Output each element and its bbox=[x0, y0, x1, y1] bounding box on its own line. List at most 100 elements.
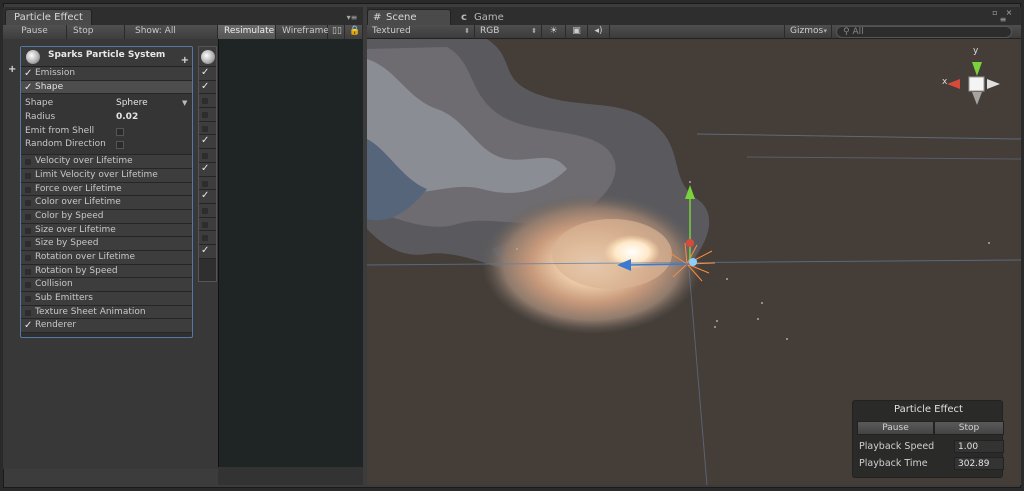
curve-editor-area[interactable] bbox=[218, 39, 363, 467]
module-toggle-checkbox[interactable] bbox=[25, 227, 31, 234]
module-toggle-checkbox[interactable] bbox=[25, 159, 31, 166]
audio-icon[interactable]: ◂) bbox=[588, 25, 610, 39]
particle-system-header[interactable]: Sparks Particle System + bbox=[21, 47, 192, 67]
module-row[interactable]: Texture Sheet Animation bbox=[21, 305, 192, 320]
tab-particle-effect[interactable]: Particle Effect bbox=[5, 9, 92, 25]
color-mode-dropdown[interactable]: RGB ⬍ bbox=[475, 25, 542, 39]
add-system-plus-icon[interactable]: + bbox=[8, 64, 16, 75]
second-system-header[interactable] bbox=[199, 47, 216, 67]
module-row[interactable]: Size by Speed bbox=[21, 237, 192, 251]
playback-time-field[interactable]: 302.89 bbox=[954, 457, 1004, 470]
scene-viewport[interactable]: y x Particle Effect Pause Stop Playback … bbox=[367, 39, 1021, 485]
module-toggle-checkbox[interactable] bbox=[202, 125, 208, 132]
panel-menu-icon[interactable]: ▾≡ bbox=[346, 13, 358, 23]
module-toggle-checkbox[interactable] bbox=[25, 268, 31, 275]
module-row[interactable]: Collision bbox=[21, 278, 192, 292]
panel-menu-icon[interactable]: ≡ bbox=[997, 15, 1009, 25]
module-toggle-checkbox[interactable] bbox=[202, 98, 208, 105]
pause-button[interactable]: Pause bbox=[3, 25, 67, 39]
add-module-plus-icon[interactable]: + bbox=[181, 55, 189, 66]
checkmark-icon[interactable]: ✓ bbox=[201, 81, 209, 92]
shape-dropdown[interactable]: Sphere bbox=[116, 97, 148, 110]
particle-system-sparks: Sparks Particle System + ✓ Emission ✓ Sh… bbox=[20, 46, 193, 338]
module-row[interactable]: ✓ bbox=[199, 244, 216, 259]
checkmark-icon[interactable]: ✓ bbox=[201, 67, 209, 78]
module-row[interactable]: ✓ bbox=[199, 135, 216, 150]
lighting-icon[interactable]: ☀ bbox=[542, 25, 566, 39]
module-row[interactable]: ✓ Renderer bbox=[21, 319, 192, 334]
module-row[interactable]: ✓ bbox=[199, 80, 216, 95]
checkmark-icon[interactable]: ✓ bbox=[201, 245, 209, 256]
emit-from-shell-checkbox[interactable] bbox=[116, 127, 124, 136]
module-row[interactable]: Size over Lifetime bbox=[21, 223, 192, 238]
module-row[interactable]: Limit Velocity over Lifetime bbox=[21, 168, 192, 183]
dropdown-arrow-icon[interactable]: ▼ bbox=[182, 97, 187, 110]
color-mode-label: RGB bbox=[480, 26, 500, 36]
module-row[interactable] bbox=[199, 149, 216, 163]
overlay-pause-button[interactable]: Pause bbox=[857, 421, 934, 435]
wireframe-toggle[interactable]: Wireframe bbox=[276, 25, 329, 39]
stop-button[interactable]: Stop bbox=[67, 25, 125, 39]
module-row[interactable] bbox=[199, 203, 216, 218]
module-row[interactable] bbox=[199, 108, 216, 122]
module-toggle-checkbox[interactable] bbox=[202, 180, 208, 187]
module-toggle-checkbox[interactable] bbox=[202, 153, 208, 160]
gizmos-dropdown[interactable]: Gizmos ▾ bbox=[784, 25, 832, 39]
module-row[interactable]: ✓ bbox=[199, 162, 216, 177]
dropdown-arrow-icon: ⬍ bbox=[531, 27, 537, 35]
scene-search-input[interactable]: ⚲ All bbox=[836, 26, 1012, 38]
module-toggle-checkbox[interactable] bbox=[25, 172, 31, 179]
module-row[interactable] bbox=[199, 121, 216, 136]
lock-icon[interactable]: 🔒 bbox=[345, 25, 363, 39]
module-toggle-checkbox[interactable] bbox=[202, 207, 208, 214]
module-toggle-checkbox[interactable] bbox=[202, 112, 208, 119]
module-row[interactable]: Velocity over Lifetime bbox=[21, 155, 192, 169]
tab-game[interactable]: ᴄ Game bbox=[455, 9, 525, 25]
module-row[interactable] bbox=[199, 176, 216, 191]
random-direction-checkbox[interactable] bbox=[116, 141, 124, 150]
radius-field[interactable]: 0.02 bbox=[116, 111, 138, 124]
image-effects-icon[interactable]: ▣ bbox=[566, 25, 588, 39]
checkmark-icon[interactable]: ✓ bbox=[24, 67, 32, 80]
module-emission[interactable]: ✓ Emission bbox=[21, 67, 192, 81]
render-mode-dropdown[interactable]: Textured ⬍ bbox=[367, 25, 475, 39]
module-row[interactable]: Sub Emitters bbox=[21, 292, 192, 306]
module-row[interactable] bbox=[199, 217, 216, 232]
checkmark-icon[interactable]: ✓ bbox=[24, 81, 32, 94]
module-label: Force over Lifetime bbox=[35, 183, 122, 194]
module-row[interactable]: Rotation by Speed bbox=[21, 264, 192, 279]
module-row[interactable]: Color by Speed bbox=[21, 209, 192, 224]
overlay-stop-button[interactable]: Stop bbox=[934, 421, 1004, 435]
module-toggle-checkbox[interactable] bbox=[25, 241, 31, 248]
module-row[interactable]: ✓ bbox=[199, 67, 216, 81]
module-toggle-checkbox[interactable] bbox=[25, 309, 31, 316]
playback-speed-field[interactable]: 1.00 bbox=[954, 440, 1004, 453]
module-toggle-checkbox[interactable] bbox=[202, 221, 208, 228]
module-toggle-checkbox[interactable] bbox=[25, 186, 31, 193]
module-toggle-checkbox[interactable] bbox=[25, 200, 31, 207]
tab-scene[interactable]: # Scene bbox=[367, 9, 451, 25]
module-label: Shape bbox=[35, 81, 64, 92]
module-toggle-checkbox[interactable] bbox=[25, 296, 31, 302]
module-toggle-checkbox[interactable] bbox=[25, 213, 31, 220]
show-filter-dropdown[interactable]: Show: All bbox=[125, 25, 218, 39]
checkmark-icon[interactable]: ✓ bbox=[24, 319, 32, 332]
module-row[interactable]: Rotation over Lifetime bbox=[21, 250, 192, 265]
layout-icon[interactable]: ▯▯ bbox=[328, 25, 345, 39]
module-row[interactable]: Color over Lifetime bbox=[21, 196, 192, 210]
module-label: Rotation by Speed bbox=[35, 265, 118, 276]
module-row[interactable] bbox=[199, 94, 216, 109]
checkmark-icon[interactable]: ✓ bbox=[201, 135, 209, 146]
resimulate-toggle[interactable]: Resimulate bbox=[218, 25, 276, 39]
shape-label: Shape bbox=[25, 98, 54, 109]
module-toggle-checkbox[interactable] bbox=[202, 235, 208, 242]
module-row[interactable] bbox=[199, 231, 216, 245]
module-toggle-checkbox[interactable] bbox=[25, 282, 31, 289]
checkmark-icon[interactable]: ✓ bbox=[201, 163, 209, 174]
module-toggle-checkbox[interactable] bbox=[25, 254, 31, 261]
checkmark-icon[interactable]: ✓ bbox=[201, 190, 209, 201]
module-row[interactable]: ✓ bbox=[199, 190, 216, 204]
radius-label: Radius bbox=[25, 112, 56, 123]
module-shape[interactable]: ✓ Shape bbox=[21, 80, 192, 95]
module-row[interactable]: Force over Lifetime bbox=[21, 182, 192, 197]
